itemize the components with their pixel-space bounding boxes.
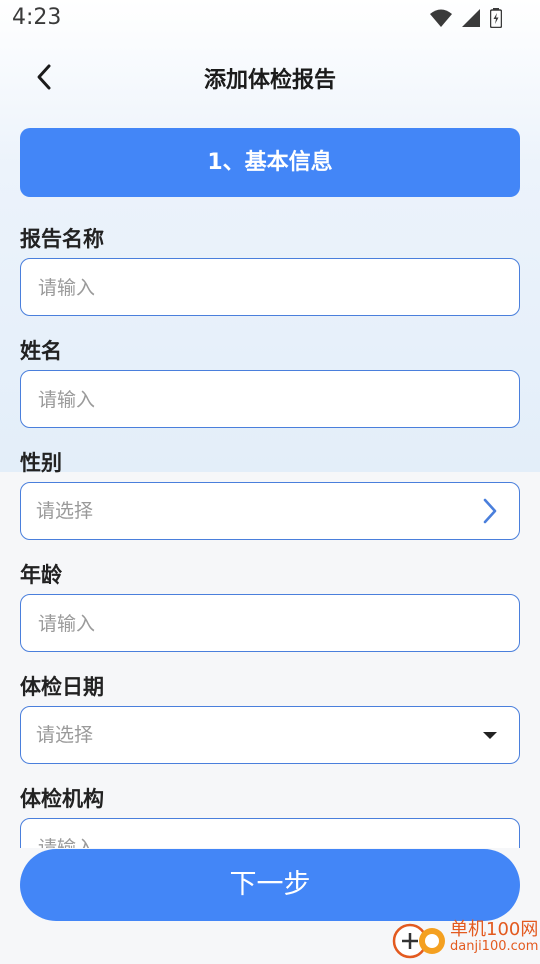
name-field <box>20 370 520 429</box>
report-name-input[interactable] <box>36 259 460 317</box>
gender-select-placeholder: 请选择 <box>36 500 94 522</box>
age-input[interactable] <box>36 595 460 653</box>
name-input[interactable] <box>36 371 460 429</box>
caret-down-icon <box>483 732 497 739</box>
report-name-label: 报告名称 <box>20 227 104 251</box>
institution-field <box>20 818 520 848</box>
gender-select[interactable]: 请选择 <box>20 482 520 540</box>
watermark-logo-icon <box>392 923 445 959</box>
age-field <box>20 594 520 653</box>
exam-date-select[interactable]: 请选择 <box>20 706 520 764</box>
watermark-url: danji100.com <box>450 939 539 954</box>
report-form: 报告名称 姓名 性别 请选择 年龄 体检日期 请选择 体检机构 <box>20 220 520 848</box>
form-scroll-area[interactable]: 报告名称 姓名 性别 请选择 年龄 体检日期 请选择 体检机构 <box>0 0 540 848</box>
institution-label: 体检机构 <box>20 787 104 811</box>
exam-date-placeholder: 请选择 <box>36 724 94 746</box>
institution-input[interactable] <box>36 819 460 848</box>
name-label: 姓名 <box>20 339 62 363</box>
watermark-text: 单机100网 <box>450 919 539 940</box>
report-name-field <box>20 258 520 317</box>
chevron-right-icon <box>483 498 497 524</box>
age-label: 年龄 <box>20 563 62 587</box>
gender-label: 性别 <box>20 451 62 475</box>
watermark: 单机100网 danji100.com <box>392 915 540 960</box>
next-step-button[interactable]: 下一步 <box>20 849 520 921</box>
exam-date-label: 体检日期 <box>20 675 104 699</box>
